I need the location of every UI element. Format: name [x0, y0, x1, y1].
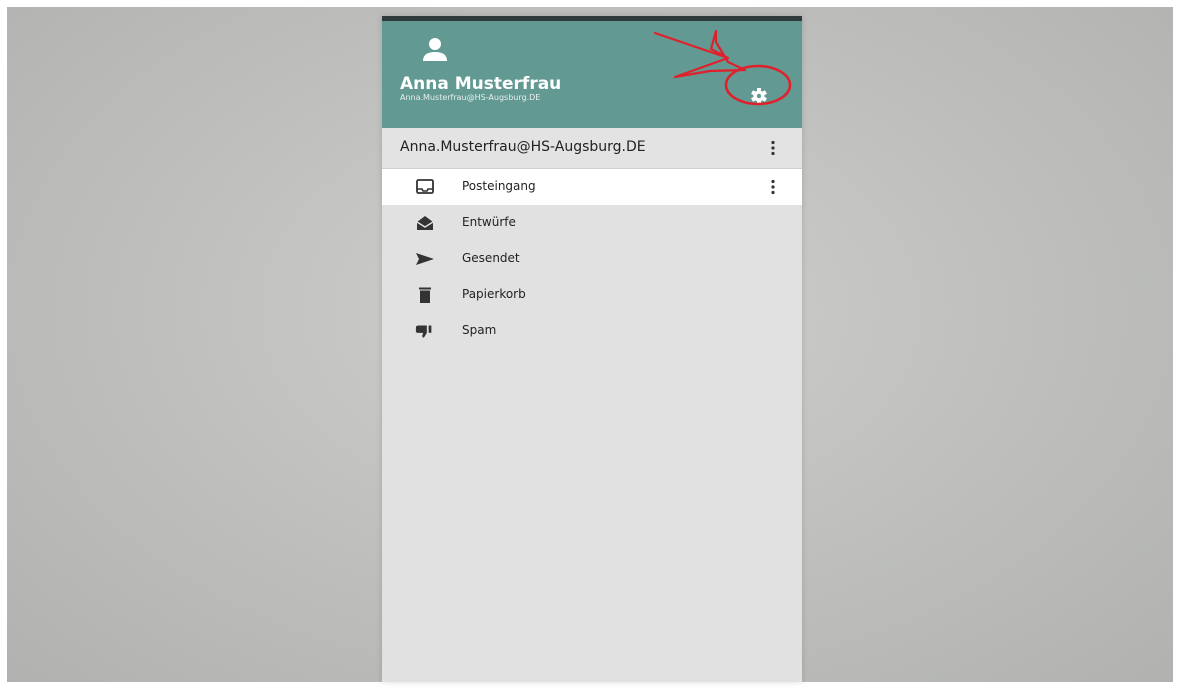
folder-label: Entwürfe	[462, 215, 516, 229]
folder-menu-icon[interactable]	[763, 177, 783, 197]
account-label: Anna.Musterfrau@HS-Augsburg.DE	[400, 139, 646, 155]
account-menu-icon[interactable]	[763, 138, 783, 158]
user-header: Anna Musterfrau Anna.Musterfrau@HS-Augsb…	[382, 21, 802, 128]
user-icon	[423, 38, 447, 61]
mail-sidebar: Anna Musterfrau Anna.Musterfrau@HS-Augsb…	[382, 16, 802, 682]
folder-papierkorb[interactable]: Papierkorb	[382, 277, 802, 313]
folder-posteingang[interactable]: Posteingang	[382, 169, 802, 205]
envelope-open-icon	[416, 216, 434, 230]
folder-entwuerfe[interactable]: Entwürfe	[382, 205, 802, 241]
folder-label: Posteingang	[462, 179, 536, 193]
thumbs-down-icon	[415, 325, 432, 338]
user-name: Anna Musterfrau	[400, 74, 562, 94]
send-icon	[416, 253, 434, 265]
folder-gesendet[interactable]: Gesendet	[382, 241, 802, 277]
trash-icon	[419, 287, 431, 303]
settings-gear-icon[interactable]	[746, 83, 772, 109]
folder-spam[interactable]: Spam	[382, 313, 802, 349]
inbox-icon	[416, 179, 434, 194]
folder-label: Papierkorb	[462, 287, 526, 301]
account-row[interactable]: Anna.Musterfrau@HS-Augsburg.DE	[382, 128, 802, 169]
folder-label: Spam	[462, 323, 497, 337]
user-email: Anna.Musterfrau@HS-Augsburg.DE	[400, 93, 541, 102]
folder-label: Gesendet	[462, 251, 520, 265]
